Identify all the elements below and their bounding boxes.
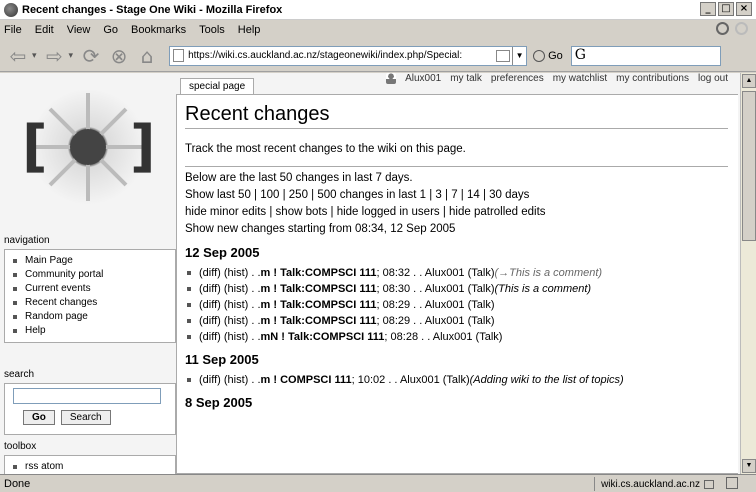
menu-edit[interactable]: Edit bbox=[35, 24, 54, 36]
back-dropdown-icon[interactable]: ▾ bbox=[32, 50, 37, 61]
new-changes-link[interactable]: Show new changes starting from 08:34, 12… bbox=[185, 221, 738, 238]
menu-help[interactable]: Help bbox=[238, 24, 261, 36]
navigation-portlet: Main Page Community portal Current event… bbox=[4, 249, 176, 343]
status-host: wiki.cs.auckland.ac.nz bbox=[594, 477, 720, 491]
svg-text:]: ] bbox=[130, 114, 156, 179]
firefox-icon bbox=[4, 2, 18, 17]
secure-lock-icon[interactable] bbox=[704, 479, 714, 489]
vertical-scrollbar[interactable]: ▲ ▼ bbox=[740, 73, 756, 474]
search-portlet: Go Search bbox=[4, 383, 176, 435]
reload-icon[interactable]: ⟳ bbox=[77, 44, 105, 68]
nav-help[interactable]: Help bbox=[13, 324, 167, 338]
search-heading: search bbox=[4, 369, 35, 380]
home-icon[interactable]: ⌂ bbox=[133, 44, 161, 68]
change-entry: (diff) (hist) . . m ! COMPSCI 111; 10:02… bbox=[185, 372, 738, 388]
window-titlebar: Recent changes - Stage One Wiki - Mozill… bbox=[0, 0, 756, 20]
address-bar[interactable]: https://wiki.cs.auckland.ac.nz/stageonew… bbox=[169, 45, 528, 66]
changes-list: (diff) (hist) . . m ! COMPSCI 111; 10:02… bbox=[185, 372, 738, 388]
close-button[interactable]: × bbox=[736, 2, 752, 16]
url-dropdown-icon[interactable]: ▼ bbox=[512, 46, 526, 65]
content-area: Recent changes Track the most recent cha… bbox=[176, 94, 738, 474]
navigation-toolbar: ⇦ ▾ ⇨ ▾ ⟳ ⊗ ⌂ https://wiki.cs.auckland.a… bbox=[0, 40, 756, 72]
change-entry: (diff) (hist) . . m ! Talk:COMPSCI 111; … bbox=[185, 313, 738, 329]
forward-dropdown-icon[interactable]: ▾ bbox=[69, 50, 74, 61]
changes-list: (diff) (hist) . . m ! Talk:COMPSCI 111; … bbox=[185, 265, 738, 345]
wiki-logo[interactable]: [ ] bbox=[8, 85, 168, 215]
throbber-icon bbox=[735, 22, 748, 35]
change-entry: (diff) (hist) . . mN ! Talk:COMPSCI 111;… bbox=[185, 329, 738, 345]
nav-random-page[interactable]: Random page bbox=[13, 310, 167, 324]
change-entry: (diff) (hist) . . m ! Talk:COMPSCI 111; … bbox=[185, 281, 738, 297]
nav-main-page[interactable]: Main Page bbox=[13, 254, 167, 268]
page-icon bbox=[173, 49, 185, 62]
limit-options[interactable]: Show last 50 | 100 | 250 | 500 changes i… bbox=[185, 187, 738, 204]
page-viewport: Alux001 my talk preferences my watchlist… bbox=[0, 73, 740, 474]
page-title: Recent changes bbox=[185, 101, 728, 129]
change-entry: (diff) (hist) . . m ! Talk:COMPSCI 111; … bbox=[185, 265, 738, 281]
scroll-down-arrow-icon[interactable]: ▼ bbox=[742, 459, 756, 473]
my-contributions-link[interactable]: my contributions bbox=[616, 73, 689, 84]
web-search-input[interactable]: G bbox=[570, 45, 721, 66]
user-link[interactable]: Alux001 bbox=[405, 73, 441, 84]
lock-icon[interactable] bbox=[496, 49, 511, 62]
status-text: Done bbox=[4, 477, 31, 490]
change-entry: (diff) (hist) . . m ! Talk:COMPSCI 111; … bbox=[185, 297, 738, 313]
minimize-button[interactable]: _ bbox=[700, 2, 716, 16]
preferences-link[interactable]: preferences bbox=[491, 73, 544, 84]
nav-community-portal[interactable]: Community portal bbox=[13, 268, 167, 282]
sidebar-search-input[interactable] bbox=[13, 388, 161, 404]
svg-text:[: [ bbox=[22, 114, 48, 179]
my-watchlist-link[interactable]: my watchlist bbox=[553, 73, 607, 84]
stop-icon[interactable]: ⊗ bbox=[105, 44, 133, 68]
sidebar-go-button[interactable]: Go bbox=[23, 410, 55, 425]
day-heading: 8 Sep 2005 bbox=[185, 395, 253, 410]
window-title: Recent changes - Stage One Wiki - Mozill… bbox=[22, 3, 283, 16]
tab-special-page[interactable]: special page bbox=[180, 78, 255, 95]
scroll-thumb[interactable] bbox=[742, 91, 756, 241]
log-out-link[interactable]: log out bbox=[698, 73, 728, 84]
menu-go[interactable]: Go bbox=[103, 24, 118, 36]
day-heading: 12 Sep 2005 bbox=[185, 245, 260, 260]
address-url[interactable]: https://wiki.cs.auckland.ac.nz/stageonew… bbox=[188, 50, 496, 61]
menu-file[interactable]: File bbox=[4, 24, 22, 36]
menu-bookmarks[interactable]: Bookmarks bbox=[131, 24, 186, 36]
summary-line: Below are the last 50 changes in last 7 … bbox=[185, 172, 413, 184]
scroll-up-arrow-icon[interactable]: ▲ bbox=[742, 74, 756, 88]
page-intro: Track the most recent changes to the wik… bbox=[185, 141, 728, 167]
go-button[interactable]: Go bbox=[533, 49, 563, 62]
user-icon bbox=[386, 73, 397, 84]
my-talk-link[interactable]: my talk bbox=[450, 73, 482, 84]
toolbox-portlet: rss atom bbox=[4, 455, 176, 474]
day-heading: 11 Sep 2005 bbox=[185, 352, 259, 367]
back-arrow-icon[interactable]: ⇦ bbox=[4, 44, 32, 68]
toolbox-heading: toolbox bbox=[4, 441, 37, 452]
nav-recent-changes[interactable]: Recent changes bbox=[13, 296, 167, 310]
forward-arrow-icon[interactable]: ⇨ bbox=[41, 44, 69, 68]
navigation-heading: navigation bbox=[4, 235, 50, 246]
go-label: Go bbox=[548, 49, 563, 62]
menu-bar: File Edit View Go Bookmarks Tools Help bbox=[0, 20, 756, 40]
menu-tools[interactable]: Tools bbox=[199, 24, 225, 36]
rss-feed-icon[interactable] bbox=[726, 477, 738, 489]
menu-view[interactable]: View bbox=[67, 24, 91, 36]
toolbox-rss-atom[interactable]: rss atom bbox=[13, 460, 167, 474]
nav-current-events[interactable]: Current events bbox=[13, 282, 167, 296]
status-dot-icon bbox=[716, 22, 729, 35]
filter-options[interactable]: hide minor edits | show bots | hide logg… bbox=[185, 204, 738, 221]
maximize-button[interactable]: □ bbox=[718, 2, 734, 16]
go-arrow-icon bbox=[533, 49, 546, 62]
status-bar: Done wiki.cs.auckland.ac.nz bbox=[0, 474, 756, 492]
sidebar-search-button[interactable]: Search bbox=[60, 410, 111, 425]
